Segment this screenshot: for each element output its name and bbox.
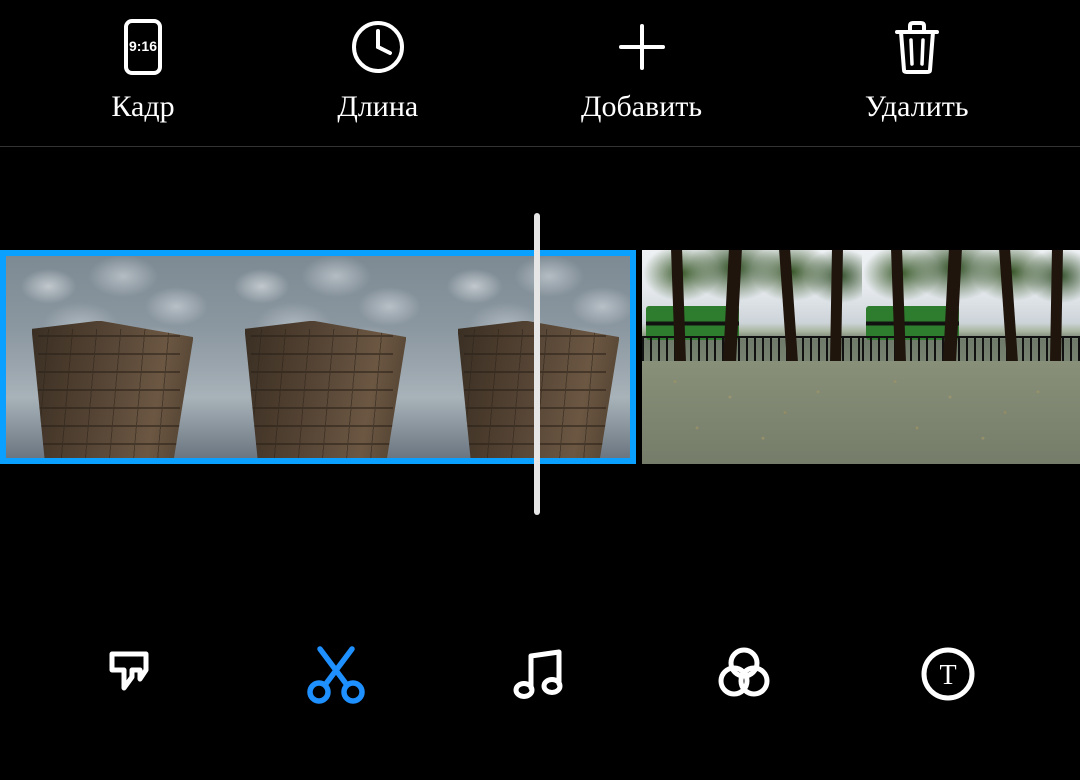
style-tab[interactable] — [87, 634, 177, 714]
delete-label: Удалить — [865, 90, 969, 124]
aspect-badge-text: 9:16 — [129, 38, 157, 54]
length-label: Длина — [337, 90, 418, 124]
bottom-tab-bar: T — [0, 634, 1080, 714]
add-button[interactable]: Добавить — [581, 18, 702, 124]
phone-aspect-icon: 9:16 — [123, 18, 163, 76]
trim-tab[interactable] — [291, 634, 381, 714]
timeline-area[interactable] — [0, 147, 1080, 597]
music-tab[interactable] — [495, 634, 585, 714]
clip-thumbnail — [642, 250, 862, 464]
add-label: Добавить — [581, 90, 702, 124]
playhead[interactable] — [534, 213, 540, 515]
timeline-clip[interactable] — [642, 250, 1080, 464]
scissors-icon — [304, 643, 368, 705]
svg-text:T: T — [939, 660, 956, 691]
text-circle-icon: T — [919, 645, 977, 703]
frame-aspect-button[interactable]: 9:16 Кадр — [111, 18, 174, 124]
text-tab[interactable]: T — [903, 634, 993, 714]
top-toolbar: 9:16 Кадр Длина Добавить — [0, 0, 1080, 147]
filter-tab[interactable] — [699, 634, 789, 714]
music-note-icon — [511, 644, 569, 704]
timeline-clip[interactable] — [0, 250, 636, 464]
clock-icon — [349, 18, 407, 76]
clip-thumbnail — [862, 250, 1080, 464]
timeline-strip[interactable] — [0, 250, 1080, 464]
brush-icon — [102, 644, 162, 704]
plus-icon — [613, 18, 671, 76]
trash-icon — [891, 18, 943, 76]
frame-label: Кадр — [111, 90, 174, 124]
clip-thumbnail — [219, 256, 432, 458]
clip-thumbnail — [6, 256, 219, 458]
delete-button[interactable]: Удалить — [865, 18, 969, 124]
overlap-circles-icon — [714, 645, 774, 703]
length-button[interactable]: Длина — [337, 18, 418, 124]
